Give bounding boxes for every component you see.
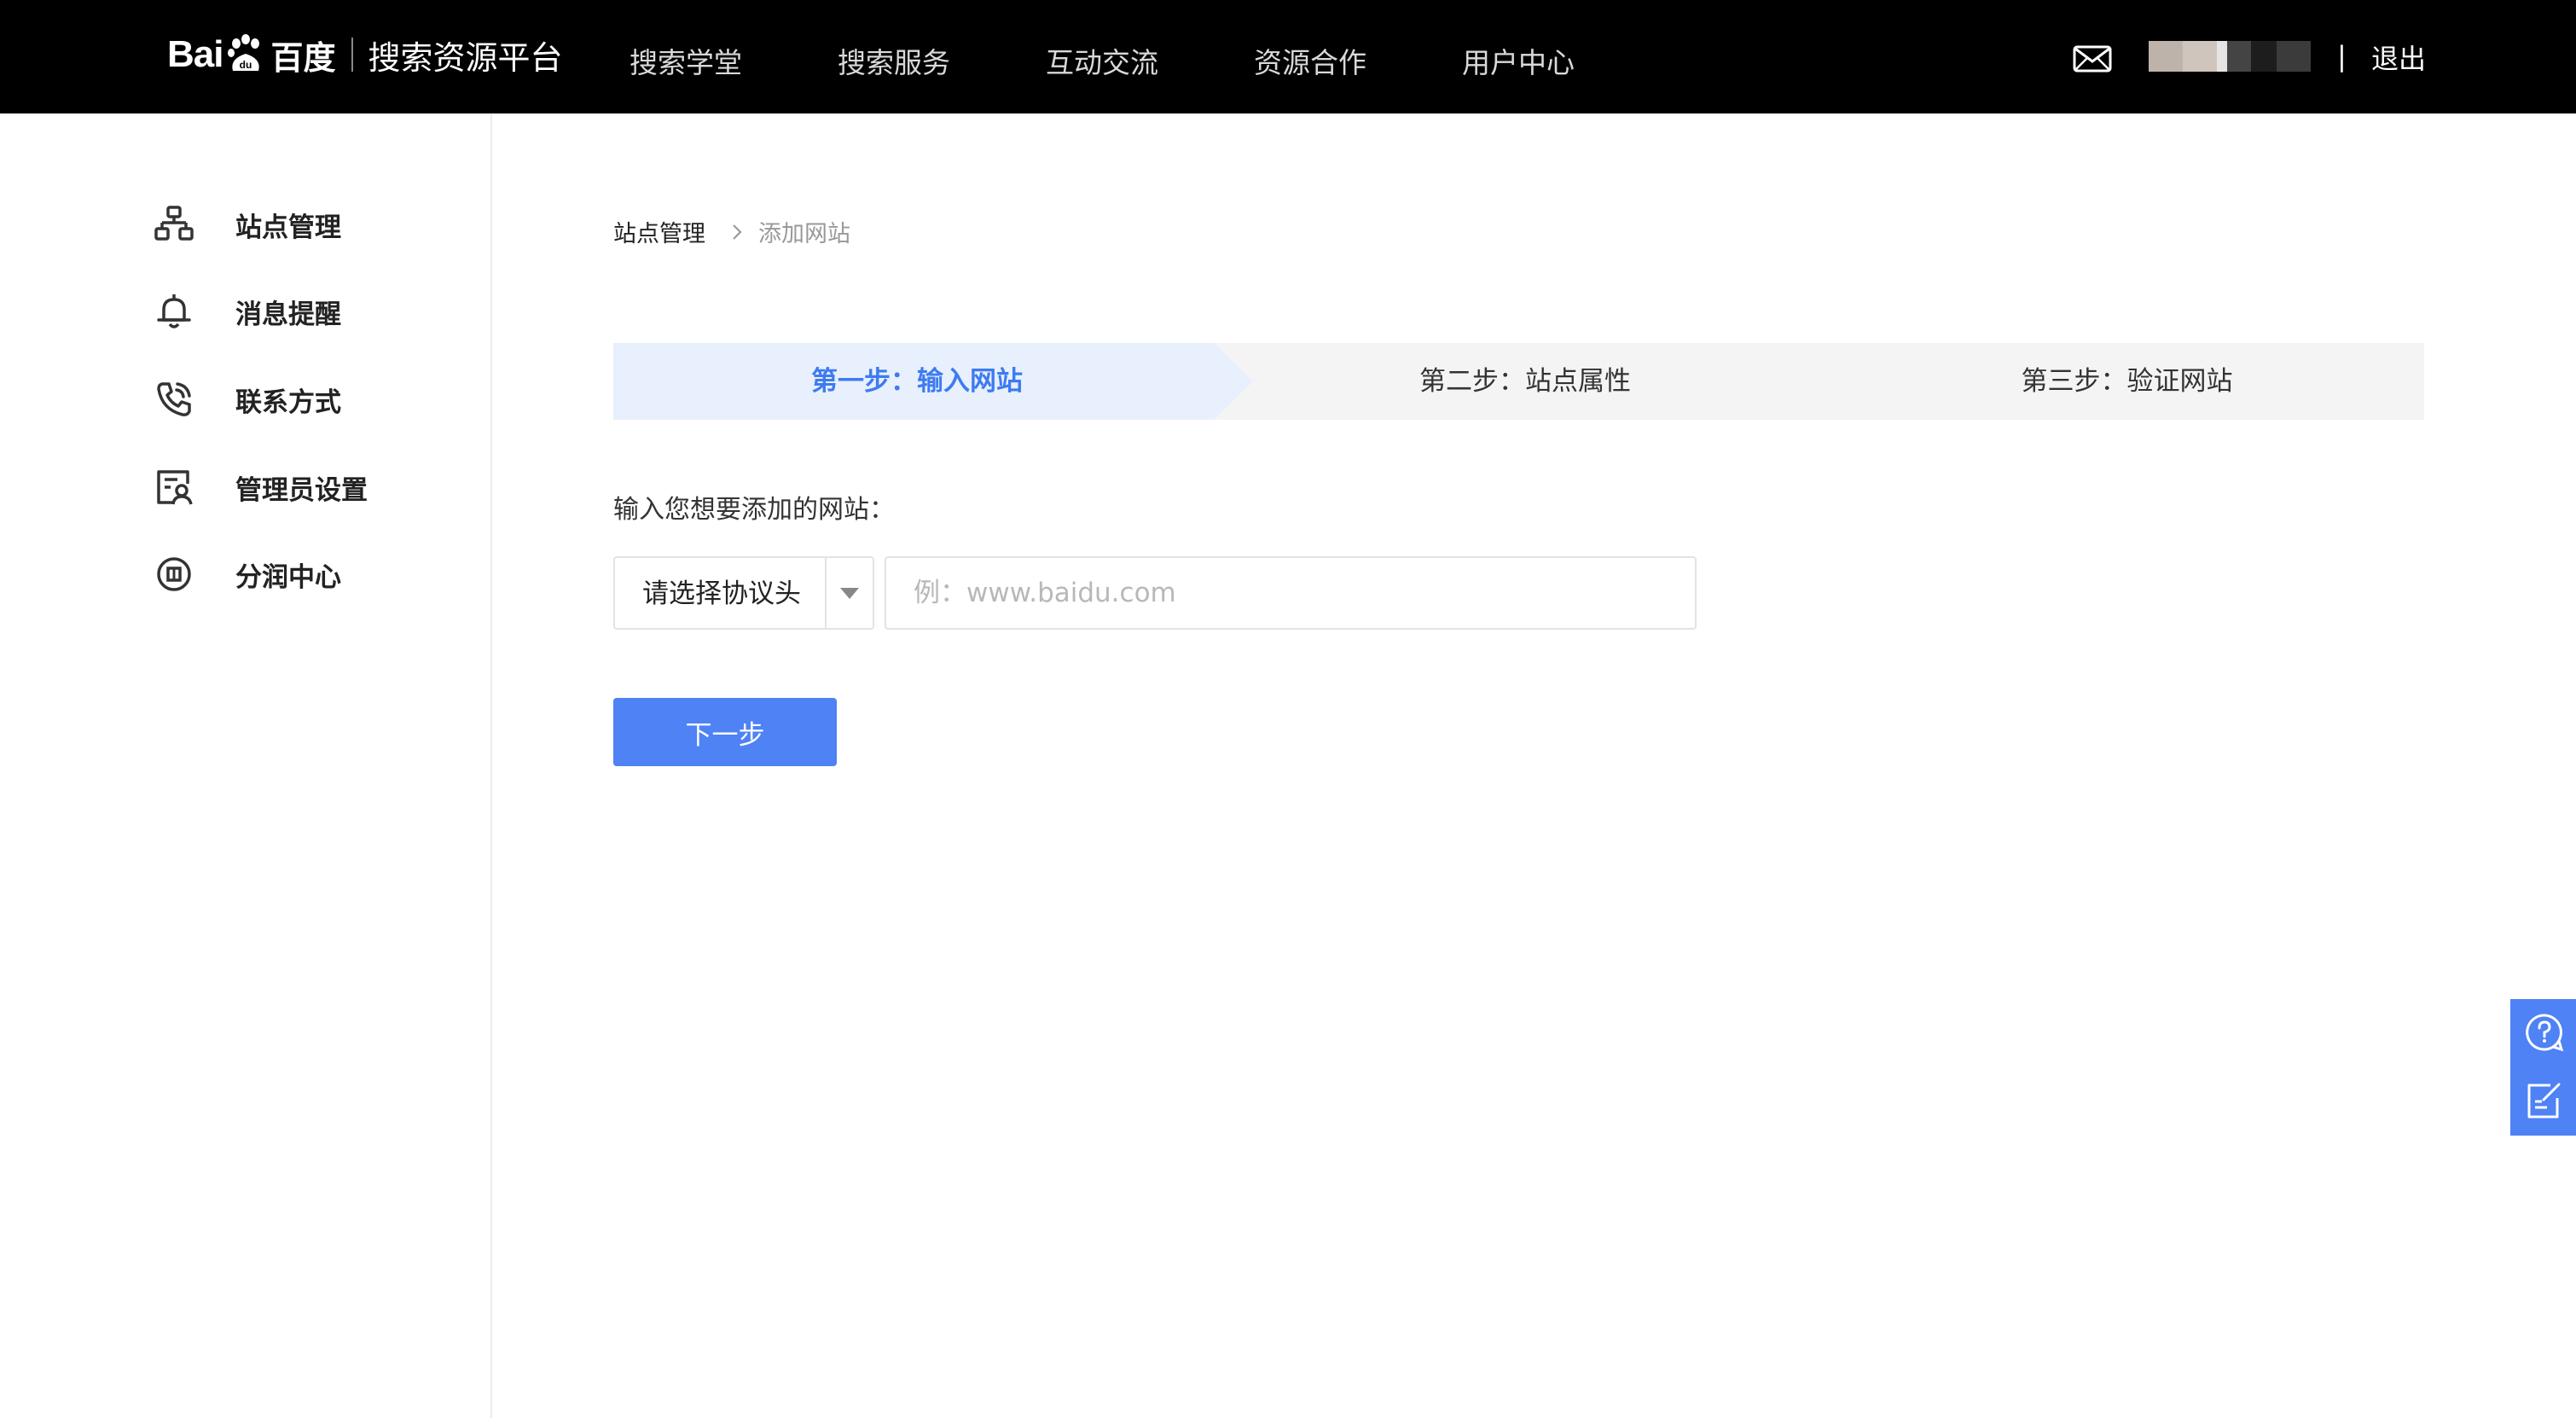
sidebar-item-label: 分润中心 [235,561,341,593]
svg-text:du: du [240,59,252,71]
step-progress: 第一步：输入网站 第二步：站点属性 第三步：验证网站 [613,343,2424,420]
step-2: 第二步：站点属性 [1419,366,1631,397]
topnav-item-user-center[interactable]: 用户中心 [1462,0,1670,126]
platform-title: 搜索资源平台 [368,38,563,77]
sidebar: 站点管理 消息提醒 联系方式 管理员设置 分润中心 [0,113,492,1418]
top-nav: 搜索学堂 搜索服务 互动交流 资源合作 用户中心 [629,0,1670,126]
topnav-item-search-school[interactable]: 搜索学堂 [629,0,838,126]
sidebar-item-label: 联系方式 [235,386,341,418]
top-header: Bai du 百度 搜索资源平台 搜索学堂 搜索服务 互动交流 资源合作 用户中… [0,0,2576,113]
add-site-prompt: 输入您想要添加的网站： [613,495,895,525]
protocol-dropdown-toggle[interactable] [825,558,873,630]
admin-icon [157,470,193,505]
sidebar-item-messages[interactable]: 消息提醒 [154,286,341,337]
sidebar-item-admin-settings[interactable]: 管理员设置 [154,462,368,513]
logo-baidu-cn: 百度 [270,38,336,77]
caret-down-icon [840,588,859,599]
site-url-input[interactable] [885,556,1697,630]
sidebar-item-label: 管理员设置 [235,474,368,506]
paw-icon: du [228,34,260,71]
user-avatar[interactable] [2149,41,2311,72]
logo-divider [351,38,353,72]
bell-icon [157,294,191,328]
chevron-right-icon [733,224,742,240]
floating-tool-panel [2510,999,2576,1136]
breadcrumb-current: 添加网站 [758,221,850,247]
breadcrumb: 站点管理 添加网站 [613,215,850,248]
sidebar-item-label: 站点管理 [235,212,341,243]
sitemap-icon [154,206,194,241]
sidebar-item-revenue-center[interactable]: 分润中心 [154,549,341,600]
phone-icon [157,382,191,416]
breadcrumb-root[interactable]: 站点管理 [613,215,705,248]
revenue-icon [157,557,191,591]
step-3: 第三步：验证网站 [2021,366,2233,397]
baidu-logo[interactable]: Bai du 百度 搜索资源平台 [167,22,563,87]
topnav-item-cooperation[interactable]: 资源合作 [1254,0,1462,126]
protocol-select-value: 请选择协议头 [642,578,801,609]
logo-wordmark: Bai [167,33,223,75]
protocol-select[interactable]: 请选择协议头 [613,556,874,630]
logout-link[interactable]: 退出 [2371,38,2426,77]
topnav-item-search-service[interactable]: 搜索服务 [838,0,1046,126]
feedback-icon[interactable] [2525,1081,2564,1120]
header-divider: | [2337,40,2347,73]
sidebar-item-contact[interactable]: 联系方式 [154,374,341,425]
next-step-button[interactable]: 下一步 [613,698,837,766]
sidebar-item-site-management[interactable]: 站点管理 [154,199,341,250]
mail-icon[interactable] [2073,45,2112,73]
help-icon[interactable] [2525,1013,2564,1052]
sidebar-item-label: 消息提醒 [235,299,341,330]
topnav-item-interaction[interactable]: 互动交流 [1046,0,1254,126]
step-1: 第一步：输入网站 [811,366,1023,397]
